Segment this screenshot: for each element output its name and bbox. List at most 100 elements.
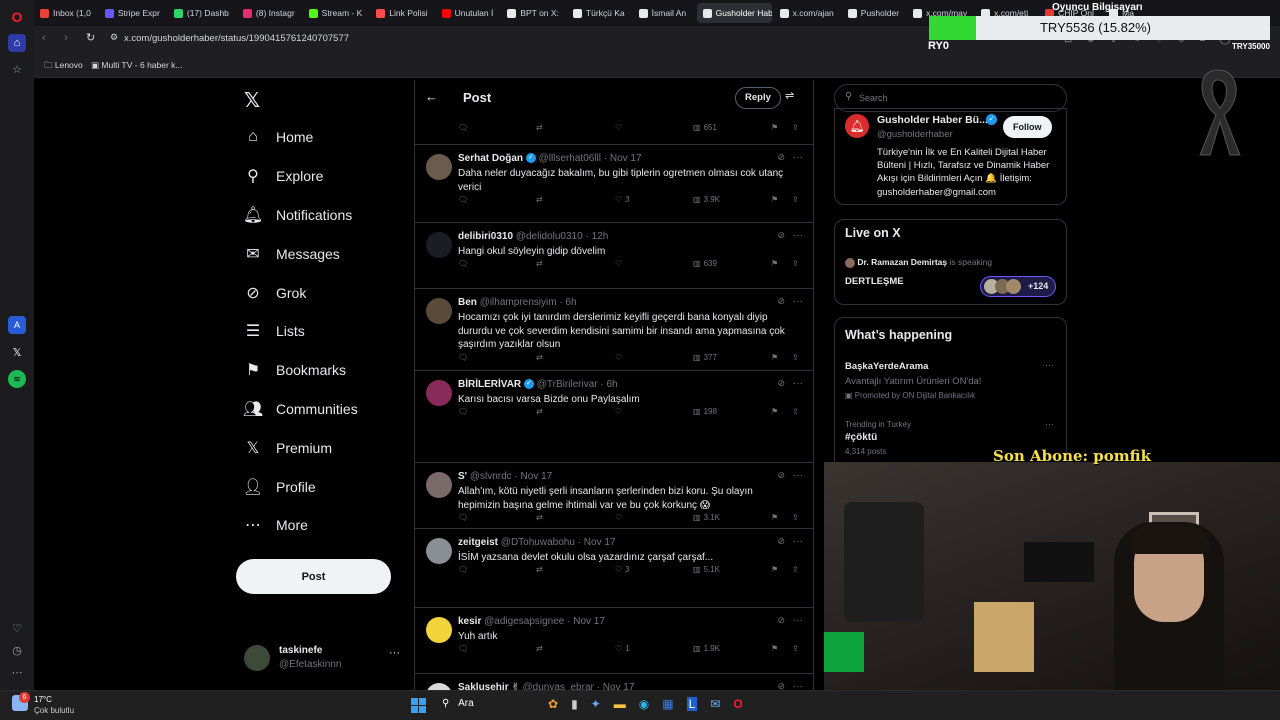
like-icon[interactable]: ♡ 3 bbox=[615, 565, 630, 574]
more-icon[interactable]: ··· bbox=[793, 230, 803, 241]
avatar[interactable] bbox=[426, 298, 452, 324]
views-icon[interactable]: ▥ 198 bbox=[693, 407, 717, 416]
x-app-icon[interactable]: 𝕏 bbox=[8, 343, 26, 361]
nav-item-messages[interactable]: ✉ Messages bbox=[244, 234, 414, 273]
promo-name[interactable]: BaşkaYerdeArama bbox=[845, 361, 928, 372]
repost-icon[interactable]: ⇄ bbox=[536, 195, 543, 204]
back-icon[interactable]: ‹ bbox=[42, 32, 46, 44]
browser-tab[interactable]: Stream - K bbox=[303, 3, 369, 23]
share-icon[interactable]: ⇪ bbox=[792, 259, 799, 268]
grok-icon[interactable]: ⊘ bbox=[777, 296, 785, 307]
tweet-time[interactable]: · 6h bbox=[600, 379, 617, 390]
reply-tweet[interactable]: BİRİLERİVAR ✓ @TrBirilerivar · 6h ⊘ ··· Kar… bbox=[415, 371, 813, 463]
grok-icon[interactable]: ⊘ bbox=[777, 681, 785, 690]
url-field[interactable]: x.com/gusholderhaber/status/199041576124… bbox=[124, 33, 349, 44]
x-logo-icon[interactable]: 𝕏 bbox=[244, 88, 260, 113]
reply-icon[interactable]: 🗨︎ bbox=[458, 259, 468, 268]
share-icon[interactable]: ⇪ bbox=[792, 565, 799, 574]
like-icon[interactable]: ♡ 3 bbox=[615, 195, 630, 204]
windows-start-icon[interactable] bbox=[411, 698, 426, 713]
bookmark-lenovo[interactable]: 🗀︎ Lenovo bbox=[44, 60, 83, 74]
repost-icon[interactable]: ⇄ bbox=[536, 565, 543, 574]
bookmark-icon[interactable]: ⚑ bbox=[771, 195, 778, 204]
reply-tweet[interactable]: Sakluşehir ✌ @dunyas_ebrar · Nov 17⊘···🗨… bbox=[415, 674, 813, 690]
more-icon[interactable]: ··· bbox=[793, 470, 803, 481]
bookmark-icon[interactable]: ⚑ bbox=[771, 407, 778, 416]
browser-tab[interactable]: Unutulan İ bbox=[436, 3, 500, 23]
like-icon[interactable]: ♡ 1 bbox=[615, 644, 630, 653]
grok-icon[interactable]: ⊘ bbox=[777, 378, 785, 389]
repost-icon[interactable]: ⇄ bbox=[536, 644, 543, 653]
more-icon[interactable]: ··· bbox=[1045, 360, 1054, 370]
pin-icon[interactable]: ☆ bbox=[8, 60, 26, 78]
back-arrow-icon[interactable]: ← bbox=[425, 89, 438, 104]
repost-icon[interactable]: ⇄ bbox=[536, 513, 543, 522]
bookmark-icon[interactable]: ⚑ bbox=[771, 353, 778, 362]
live-card[interactable]: Live on X Dr. Ramazan Demirtaş is speaki… bbox=[834, 219, 1067, 305]
app-icon[interactable]: ✉ bbox=[710, 697, 720, 711]
more-icon[interactable]: ··· bbox=[1045, 419, 1054, 429]
grok-icon[interactable]: ⊘ bbox=[777, 230, 785, 241]
views-icon[interactable]: ▥ 639 bbox=[693, 259, 717, 268]
edge-icon[interactable]: ◉ bbox=[639, 697, 649, 711]
bookmark-multitv[interactable]: ▣ Multi TV - 6 haber k... bbox=[91, 60, 183, 71]
reply-tweet[interactable]: S' @slvnrdc · Nov 17 ⊘ ··· Allah'ım, kötü n… bbox=[415, 463, 813, 529]
browser-tab[interactable]: Link Polisi bbox=[370, 3, 433, 23]
views-icon[interactable]: ▥ 377 bbox=[693, 353, 717, 362]
like-icon[interactable]: ♡ bbox=[615, 513, 625, 522]
share-icon[interactable]: ⇪ bbox=[792, 123, 799, 132]
grok-icon[interactable]: ⊘ bbox=[777, 470, 785, 481]
opera-icon[interactable]: O bbox=[733, 697, 742, 711]
author-name[interactable]: kesir bbox=[458, 616, 481, 627]
author-handle[interactable]: @adigesapsignee bbox=[484, 616, 564, 627]
grok-icon[interactable]: ⊘ bbox=[777, 615, 785, 626]
author-name[interactable]: S' bbox=[458, 471, 467, 482]
reply-icon[interactable]: 🗨︎ bbox=[458, 353, 468, 362]
reply-button[interactable]: Reply bbox=[735, 87, 781, 109]
reply-icon[interactable]: 🗨︎ bbox=[458, 644, 468, 653]
reply-tweet[interactable]: delibiri0310 @delidolu0310 · 12h ⊘ ··· Hang… bbox=[415, 223, 813, 289]
app-icon[interactable]: ▮ bbox=[571, 697, 578, 711]
share-icon[interactable]: ⇪ bbox=[792, 644, 799, 653]
reply-icon[interactable]: 🗨︎ bbox=[458, 195, 468, 204]
reply-icon[interactable]: 🗨︎ bbox=[458, 123, 468, 132]
author-name[interactable]: Ben bbox=[458, 297, 477, 308]
spotify-icon[interactable]: ≋ bbox=[8, 370, 26, 388]
nav-item-communities[interactable]: 👥︎ Communities bbox=[243, 390, 414, 429]
author-handle[interactable]: @lllserhat06lll bbox=[539, 153, 601, 164]
browser-tab[interactable]: (17) Dashb bbox=[168, 3, 235, 23]
settings-icon[interactable]: ⇌ bbox=[785, 89, 794, 102]
heart-icon[interactable]: ♡ bbox=[8, 619, 26, 637]
bookmark-icon[interactable]: ⚑ bbox=[771, 123, 778, 132]
more-icon[interactable]: ··· bbox=[793, 536, 803, 547]
site-info-icon[interactable]: ⚙ bbox=[110, 32, 118, 43]
avatar[interactable] bbox=[426, 617, 452, 643]
app-icon[interactable]: L bbox=[686, 697, 698, 711]
app-icon[interactable]: ✦ bbox=[591, 697, 601, 711]
avatar[interactable] bbox=[426, 232, 452, 258]
author-name[interactable]: BİRİLERİVAR bbox=[458, 379, 521, 390]
avatar[interactable] bbox=[426, 472, 452, 498]
repost-icon[interactable]: ⇄ bbox=[536, 407, 543, 416]
more-icon[interactable]: ··· bbox=[793, 681, 803, 690]
reply-tweet[interactable]: zeitgeist @DTohuwabohu · Nov 17 ⊘ ··· İSİM … bbox=[415, 529, 813, 608]
reply-tweet[interactable]: Ben @ilhamprensiyim · 6h ⊘ ··· Hocamızı çok… bbox=[415, 289, 813, 371]
like-icon[interactable]: ♡ bbox=[615, 353, 625, 362]
author-name[interactable]: Serhat Doğan bbox=[458, 153, 523, 164]
app-icon[interactable]: ✿ bbox=[548, 697, 558, 711]
forward-icon[interactable]: › bbox=[64, 32, 68, 44]
author-handle[interactable]: @DTohuwabohu bbox=[501, 537, 575, 548]
like-icon[interactable]: ♡ bbox=[615, 123, 622, 132]
more-icon[interactable]: ··· bbox=[793, 378, 803, 389]
repost-icon[interactable]: ⇄ bbox=[536, 353, 543, 362]
aria-icon[interactable]: A bbox=[8, 316, 26, 334]
browser-tab[interactable]: x.com/ajan bbox=[774, 3, 840, 23]
tweet-time[interactable]: · Nov 17 bbox=[604, 153, 642, 164]
views-icon[interactable]: ▥ 1.9K bbox=[693, 644, 720, 653]
nav-item-premium[interactable]: 𝕏 Premium bbox=[244, 428, 414, 467]
views-icon[interactable]: ▥ 651 bbox=[693, 123, 717, 132]
more-icon[interactable]: ··· bbox=[389, 647, 400, 659]
avatar[interactable] bbox=[426, 380, 452, 406]
nav-item-notifications[interactable]: 🔔︎ Notifications bbox=[243, 196, 414, 235]
more-icon[interactable]: ··· bbox=[793, 296, 803, 307]
